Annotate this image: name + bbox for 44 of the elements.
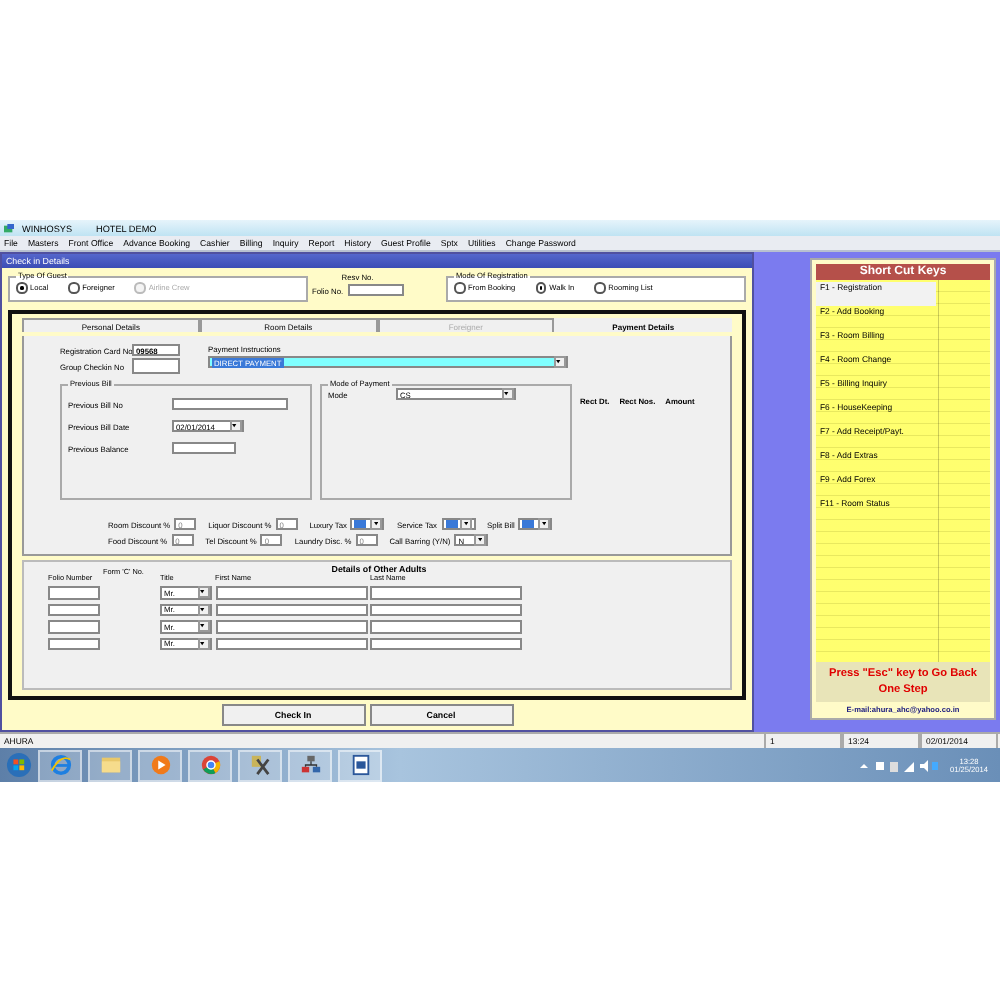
last-name-field[interactable] <box>370 586 522 599</box>
folder-icon <box>99 754 121 776</box>
app-icon <box>4 223 14 233</box>
folio-number-field[interactable] <box>48 603 100 616</box>
caret-icon <box>200 607 206 612</box>
start-button[interactable] <box>6 752 32 778</box>
caret-icon <box>556 360 562 364</box>
chrome-icon <box>199 754 221 776</box>
caret-icon <box>232 424 238 428</box>
caret-icon <box>463 522 469 526</box>
media-player-icon <box>149 754 171 776</box>
last-name-field[interactable] <box>370 603 522 616</box>
taskbar-button[interactable] <box>188 749 232 781</box>
taskbar-button[interactable] <box>288 749 332 781</box>
first-name-field[interactable] <box>215 603 367 616</box>
folio-number-field[interactable] <box>48 637 100 650</box>
group-checkin-field[interactable] <box>132 358 180 374</box>
caret-icon <box>373 522 379 526</box>
caret-icon <box>541 522 546 526</box>
last-name-field[interactable] <box>370 620 522 633</box>
caret-icon <box>200 641 206 646</box>
caret-icon <box>200 624 206 629</box>
previous-bill-field[interactable] <box>172 398 288 410</box>
option-dropdown[interactable] <box>518 518 553 530</box>
folio-field[interactable] <box>347 284 404 296</box>
folio-number-field[interactable] <box>48 586 100 599</box>
option-dropdown[interactable] <box>441 518 476 530</box>
taskbar-button[interactable] <box>338 749 382 781</box>
document-icon <box>349 754 371 776</box>
option-dropdown[interactable] <box>350 518 385 530</box>
first-name-field[interactable] <box>215 637 367 650</box>
caret-icon <box>504 392 510 396</box>
system-tray-icons <box>857 757 938 773</box>
first-name-field[interactable] <box>215 620 367 633</box>
tools-icon <box>249 754 271 776</box>
network-icon <box>299 754 321 776</box>
browser-e-icon <box>49 754 71 776</box>
folio-number-field[interactable] <box>48 620 100 633</box>
previous-balance-field[interactable] <box>172 442 236 454</box>
taskbar-button[interactable] <box>238 749 282 781</box>
last-name-field[interactable] <box>370 637 522 650</box>
caret-icon <box>200 590 206 595</box>
caret-icon <box>477 538 482 542</box>
first-name-field[interactable] <box>215 586 367 599</box>
